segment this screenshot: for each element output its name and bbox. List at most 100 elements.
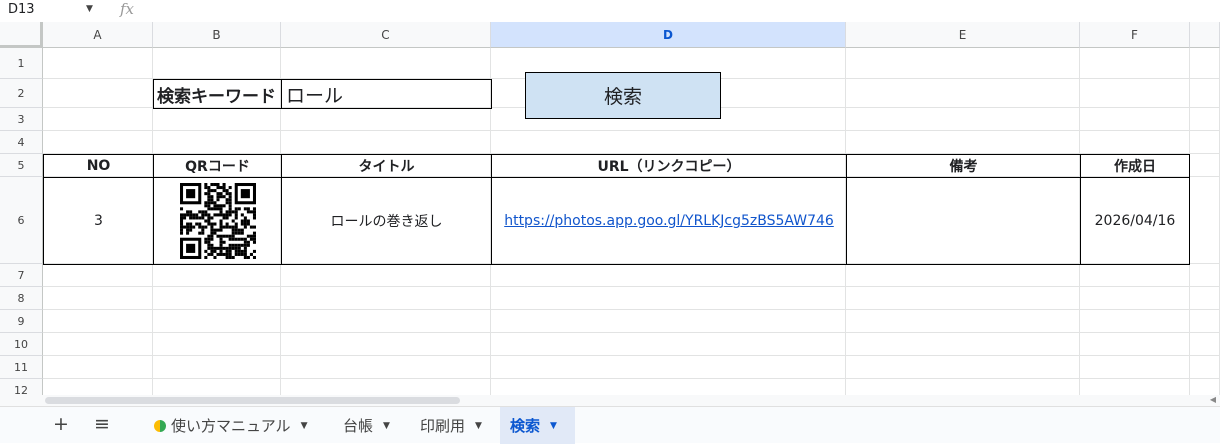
grid-cell[interactable]	[1190, 333, 1220, 356]
column-header-b[interactable]: B	[153, 22, 281, 48]
column-header-g[interactable]	[1190, 22, 1220, 48]
all-sheets-icon[interactable]: ≡	[94, 413, 110, 435]
grid-cell[interactable]	[1190, 264, 1220, 287]
grid-cell[interactable]	[43, 79, 153, 108]
grid-cell[interactable]	[1080, 287, 1190, 310]
grid-cell[interactable]	[1080, 333, 1190, 356]
add-sheet-icon[interactable]: +	[53, 413, 69, 435]
grid-cell[interactable]	[281, 356, 491, 379]
grid-cell[interactable]	[43, 356, 153, 379]
grid-cell[interactable]	[491, 379, 846, 395]
grid-cell[interactable]	[846, 356, 1080, 379]
horizontal-scrollbar[interactable]: ◀	[0, 395, 1220, 406]
grid-cell[interactable]	[846, 310, 1080, 333]
caret-down-icon[interactable]: ▼	[550, 421, 557, 431]
grid-cell[interactable]	[1080, 131, 1190, 154]
grid-cell[interactable]	[153, 379, 281, 395]
caret-down-icon[interactable]: ▼	[383, 421, 390, 431]
cell-qr[interactable]	[153, 177, 282, 265]
grid-cell[interactable]	[281, 287, 491, 310]
grid-cell[interactable]	[491, 287, 846, 310]
search-button[interactable]: 検索	[525, 72, 721, 119]
grid-cell[interactable]	[846, 287, 1080, 310]
grid-cell[interactable]	[1080, 48, 1190, 79]
grid-cell[interactable]	[281, 310, 491, 333]
grid-cell[interactable]	[846, 48, 1080, 79]
row-header-7[interactable]: 7	[0, 264, 43, 287]
grid-cell[interactable]	[153, 108, 281, 131]
row-header-9[interactable]: 9	[0, 310, 43, 333]
tab-ledger[interactable]: 台帳 ▼	[333, 407, 400, 444]
grid-cell[interactable]	[1080, 310, 1190, 333]
cell-title[interactable]: ロールの巻き返し	[281, 177, 492, 265]
row-header-12[interactable]: 12	[0, 379, 43, 395]
grid-cell[interactable]	[1080, 356, 1190, 379]
grid-cell[interactable]	[281, 379, 491, 395]
caret-down-icon[interactable]: ▼	[301, 421, 308, 431]
grid-cell[interactable]	[1190, 287, 1220, 310]
cell-note[interactable]	[846, 177, 1081, 265]
tab-print[interactable]: 印刷用 ▼	[410, 407, 492, 444]
grid-cell[interactable]	[281, 264, 491, 287]
grid-cell[interactable]	[1080, 108, 1190, 131]
scrollbar-thumb[interactable]	[45, 397, 460, 404]
grid-cell[interactable]	[1190, 79, 1220, 108]
grid-cell[interactable]	[1190, 310, 1220, 333]
grid-cell[interactable]	[43, 48, 153, 79]
grid-cell[interactable]	[1190, 108, 1220, 131]
caret-down-icon[interactable]: ▼	[86, 4, 93, 14]
grid-cell[interactable]	[281, 333, 491, 356]
tab-manual[interactable]: 使い方マニュアル ▼	[143, 407, 317, 444]
grid-cell[interactable]	[1190, 154, 1220, 177]
grid-cell[interactable]	[491, 310, 846, 333]
row-header-2[interactable]: 2	[0, 79, 43, 108]
row-header-6[interactable]: 6	[0, 177, 43, 264]
grid-cell[interactable]	[281, 131, 491, 154]
grid-cell[interactable]	[491, 264, 846, 287]
select-all-corner[interactable]	[0, 22, 43, 48]
grid-cell[interactable]	[43, 310, 153, 333]
grid-cell[interactable]	[491, 333, 846, 356]
grid-cell[interactable]	[1080, 79, 1190, 108]
photo-link[interactable]: https://photos.app.goo.gl/YRLKJcg5zBS5AW…	[504, 213, 834, 229]
column-header-a[interactable]: A	[43, 22, 153, 48]
grid-cell[interactable]	[153, 310, 281, 333]
grid-cell[interactable]	[43, 333, 153, 356]
grid-cell[interactable]	[1190, 356, 1220, 379]
grid-cell[interactable]	[1190, 131, 1220, 154]
row-header-4[interactable]: 4	[0, 131, 43, 154]
grid-cell[interactable]	[491, 356, 846, 379]
grid-cell[interactable]	[846, 79, 1080, 108]
grid-cell[interactable]	[43, 287, 153, 310]
grid-cell[interactable]	[43, 264, 153, 287]
column-header-c[interactable]: C	[281, 22, 491, 48]
grid-cell[interactable]	[1080, 264, 1190, 287]
grid-cell[interactable]	[153, 264, 281, 287]
grid-cell[interactable]	[1190, 177, 1220, 264]
grid-cell[interactable]	[153, 287, 281, 310]
cell-url[interactable]: https://photos.app.goo.gl/YRLKJcg5zBS5AW…	[491, 177, 847, 265]
grid-cell[interactable]	[1190, 379, 1220, 395]
row-header-10[interactable]: 10	[0, 333, 43, 356]
grid-cell[interactable]	[153, 356, 281, 379]
column-header-e[interactable]: E	[846, 22, 1080, 48]
grid-cell[interactable]	[43, 131, 153, 154]
scroll-left-icon[interactable]: ◀	[1210, 395, 1216, 404]
grid-cell[interactable]	[846, 108, 1080, 131]
grid-cell[interactable]	[846, 333, 1080, 356]
row-header-1[interactable]: 1	[0, 48, 43, 79]
row-header-8[interactable]: 8	[0, 287, 43, 310]
grid-cell[interactable]	[281, 108, 491, 131]
column-header-d[interactable]: D	[491, 22, 846, 48]
grid-cell[interactable]	[281, 48, 491, 79]
grid-cell[interactable]	[43, 379, 153, 395]
caret-down-icon[interactable]: ▼	[475, 421, 482, 431]
grid-cell[interactable]	[491, 131, 846, 154]
cell-no[interactable]: 3	[43, 177, 154, 265]
row-header-5[interactable]: 5	[0, 154, 43, 177]
row-header-11[interactable]: 11	[0, 356, 43, 379]
search-keyword-input[interactable]: ロール	[281, 79, 492, 109]
grid-cell[interactable]	[846, 264, 1080, 287]
grid-cell[interactable]	[846, 131, 1080, 154]
grid-cell[interactable]	[1080, 379, 1190, 395]
